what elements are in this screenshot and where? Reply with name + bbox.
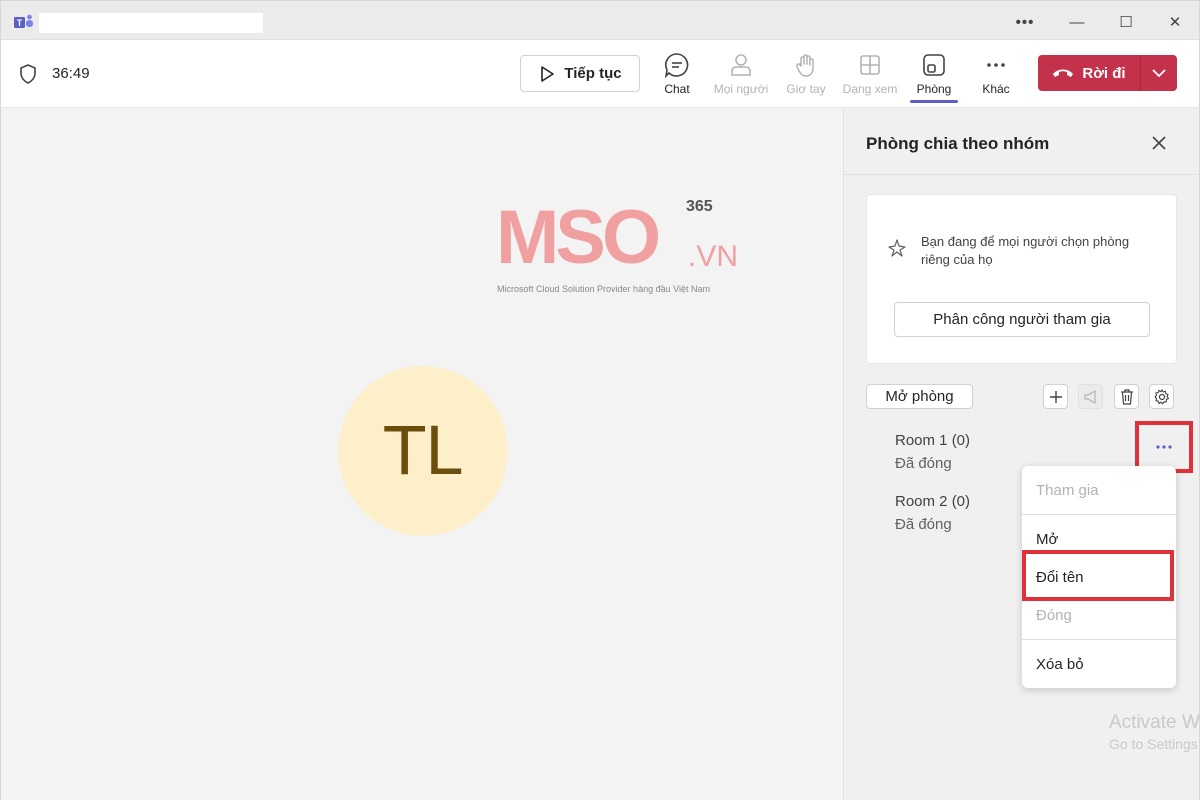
announcement-button[interactable] bbox=[1078, 384, 1103, 409]
gear-icon bbox=[1153, 388, 1169, 404]
more-label: Khác bbox=[982, 82, 1010, 96]
menu-divider bbox=[1022, 514, 1176, 515]
rename-highlight-box bbox=[1022, 550, 1174, 601]
room-list-item[interactable]: Room 2 (0) Đã đóng bbox=[895, 493, 970, 533]
room-list-item[interactable]: Room 1 (0) Đã đóng bbox=[895, 432, 970, 472]
more-button[interactable]: Khác bbox=[961, 52, 1031, 96]
rooms-label: Phòng bbox=[916, 82, 952, 96]
resume-label: Tiếp tục bbox=[564, 65, 622, 82]
play-icon bbox=[541, 65, 555, 82]
delete-rooms-button[interactable] bbox=[1114, 384, 1139, 409]
open-rooms-button[interactable]: Mở phòng bbox=[866, 384, 973, 409]
leave-button[interactable]: Rời đi bbox=[1038, 55, 1141, 91]
chevron-down-icon bbox=[1152, 69, 1166, 78]
window-titlebar: T ••• — ☐ ✕ bbox=[0, 0, 1200, 40]
room-status: Đã đóng bbox=[895, 516, 952, 533]
raise-hand-button[interactable]: Giơ tay bbox=[771, 52, 841, 96]
view-button[interactable]: Dạng xem bbox=[835, 52, 905, 96]
activate-windows-subtitle: Go to Settings bbox=[1109, 736, 1198, 752]
room-assignment-card: Bạn đang để mọi người chọn phòng riêng c… bbox=[866, 194, 1177, 364]
watermark-logo: MSO 365 .VN Microsoft Cloud Solution Pro… bbox=[496, 198, 746, 308]
meeting-toolbar: 36:49 Tiếp tục Chat Mọi người Giơ tay Dạ… bbox=[0, 40, 1200, 108]
more-horizontal-icon bbox=[987, 63, 1005, 67]
teams-logo-icon: T bbox=[14, 14, 33, 28]
add-room-button[interactable] bbox=[1043, 384, 1068, 409]
view-label: Dạng xem bbox=[842, 82, 898, 96]
menu-item-close[interactable]: Đóng bbox=[1036, 607, 1072, 624]
panel-close-button[interactable] bbox=[1146, 130, 1172, 156]
watermark-main-text: MSO bbox=[496, 195, 661, 280]
window-title-field bbox=[39, 13, 263, 33]
menu-divider bbox=[1022, 639, 1176, 640]
rooms-button[interactable]: Phòng bbox=[899, 52, 969, 103]
breakout-rooms-panel: Phòng chia theo nhóm Bạn đang để mọi ngư… bbox=[843, 108, 1200, 800]
watermark-365-text: 365 bbox=[686, 198, 713, 215]
room-name: Room 1 (0) bbox=[895, 432, 971, 449]
maximize-button[interactable]: ☐ bbox=[1108, 9, 1144, 35]
meeting-timer: 36:49 bbox=[52, 65, 90, 82]
room-settings-button[interactable] bbox=[1149, 384, 1174, 409]
hang-up-icon bbox=[1053, 69, 1074, 77]
meeting-stage: MSO 365 .VN Microsoft Cloud Solution Pro… bbox=[0, 108, 843, 800]
people-label: Mọi người bbox=[713, 82, 769, 96]
people-icon bbox=[731, 54, 751, 76]
plus-icon bbox=[1049, 390, 1062, 403]
menu-item-open[interactable]: Mở bbox=[1036, 531, 1058, 548]
menu-item-delete[interactable]: Xóa bỏ bbox=[1036, 656, 1084, 673]
participant-avatar: TL bbox=[338, 366, 508, 536]
breakout-rooms-icon bbox=[923, 54, 945, 76]
trash-icon bbox=[1120, 388, 1133, 405]
menu-item-join[interactable]: Tham gia bbox=[1036, 482, 1099, 499]
window-more-button[interactable]: ••• bbox=[1007, 9, 1043, 35]
window-close-button[interactable]: ✕ bbox=[1157, 9, 1193, 35]
panel-title: Phòng chia theo nhóm bbox=[866, 134, 1050, 153]
resume-button[interactable]: Tiếp tục bbox=[520, 55, 640, 92]
chat-button[interactable]: Chat bbox=[642, 52, 712, 96]
active-tab-indicator bbox=[910, 100, 958, 103]
assign-participants-button[interactable]: Phân công người tham gia bbox=[894, 302, 1150, 337]
assignment-info-text: Bạn đang để mọi người chọn phòng riêng c… bbox=[921, 234, 1130, 267]
megaphone-icon bbox=[1083, 389, 1096, 404]
watermark-tagline: Microsoft Cloud Solution Provider hàng đ… bbox=[497, 284, 710, 294]
panel-divider bbox=[844, 174, 1200, 175]
room-status: Đã đóng bbox=[895, 455, 952, 472]
sparkle-icon bbox=[888, 239, 906, 257]
close-icon bbox=[1152, 136, 1166, 150]
svg-text:T: T bbox=[17, 18, 23, 28]
grid-view-icon bbox=[860, 55, 880, 75]
leave-options-dropdown[interactable] bbox=[1141, 55, 1177, 91]
leave-button-group: Rời đi bbox=[1038, 55, 1177, 91]
chat-icon bbox=[664, 53, 689, 78]
watermark-suffix-text: .VN bbox=[688, 240, 739, 273]
chat-label: Chat bbox=[664, 82, 690, 96]
activate-windows-title: Activate W bbox=[1109, 712, 1200, 733]
leave-label: Rời đi bbox=[1082, 64, 1126, 82]
people-button[interactable]: Mọi người bbox=[706, 52, 776, 96]
hand-icon bbox=[796, 54, 814, 77]
minimize-button[interactable]: — bbox=[1059, 9, 1095, 35]
room-name: Room 2 (0) bbox=[895, 493, 971, 510]
raise-hand-label: Giơ tay bbox=[786, 82, 826, 96]
shield-icon bbox=[20, 64, 36, 84]
more-horizontal-icon bbox=[1156, 445, 1172, 449]
